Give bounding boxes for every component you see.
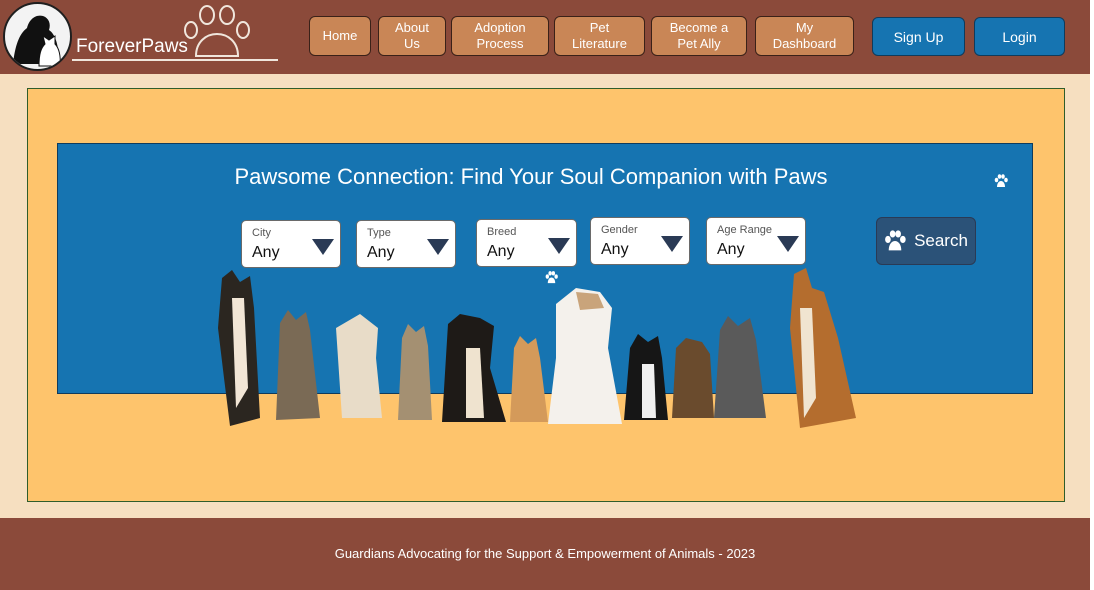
dropdown-arrow-icon — [427, 239, 449, 255]
page-edge — [1090, 0, 1094, 590]
breed-select-value: Any — [487, 243, 515, 260]
type-select-value: Any — [367, 244, 395, 261]
gender-select-value: Any — [601, 241, 629, 258]
search-button[interactable]: Search — [876, 217, 976, 265]
age-range-select-value: Any — [717, 241, 745, 258]
dropdown-arrow-icon — [777, 236, 799, 252]
age-range-select-label: Age Range — [717, 224, 773, 236]
footer-text: Guardians Advocating for the Support & E… — [334, 546, 756, 561]
site-header: ForeverPaws Home About Us Adoption Proce… — [0, 0, 1090, 74]
login-button[interactable]: Login — [974, 17, 1065, 56]
signup-button[interactable]: Sign Up — [872, 17, 965, 56]
city-select[interactable]: City Any — [241, 220, 341, 268]
gender-select-label: Gender — [601, 224, 638, 236]
breed-select-label: Breed — [487, 226, 517, 238]
city-select-value: Any — [252, 244, 280, 261]
type-select[interactable]: Type Any — [356, 220, 456, 268]
brand-name[interactable]: ForeverPaws — [76, 36, 188, 58]
age-range-select[interactable]: Age Range Any — [706, 217, 806, 265]
site-footer: Guardians Advocating for the Support & E… — [0, 518, 1090, 590]
nav-home-button[interactable]: Home — [309, 16, 371, 56]
breed-select[interactable]: Breed Any — [476, 219, 577, 267]
nav-pet-ally-button[interactable]: Become a Pet Ally — [651, 16, 747, 56]
nav-pet-literature-button[interactable]: Pet Literature — [554, 16, 645, 56]
hero-title: Pawsome Connection: Find Your Soul Compa… — [234, 164, 828, 189]
nav-adoption-process-button[interactable]: Adoption Process — [451, 16, 549, 56]
pets-lineup-image — [218, 268, 856, 428]
dropdown-arrow-icon — [548, 238, 570, 254]
paw-outline-icon — [184, 5, 250, 57]
nav-about-button[interactable]: About Us — [378, 16, 446, 56]
city-select-label: City — [252, 227, 271, 239]
logo-icon[interactable] — [3, 2, 72, 71]
type-select-label: Type — [367, 227, 391, 239]
paw-icon — [885, 230, 906, 251]
dropdown-arrow-icon — [312, 239, 334, 255]
dropdown-arrow-icon — [661, 236, 683, 252]
gender-select[interactable]: Gender Any — [590, 217, 690, 265]
nav-dashboard-button[interactable]: My Dashboard — [755, 16, 854, 56]
search-button-label: Search — [914, 231, 968, 250]
paw-icon — [994, 174, 1008, 187]
